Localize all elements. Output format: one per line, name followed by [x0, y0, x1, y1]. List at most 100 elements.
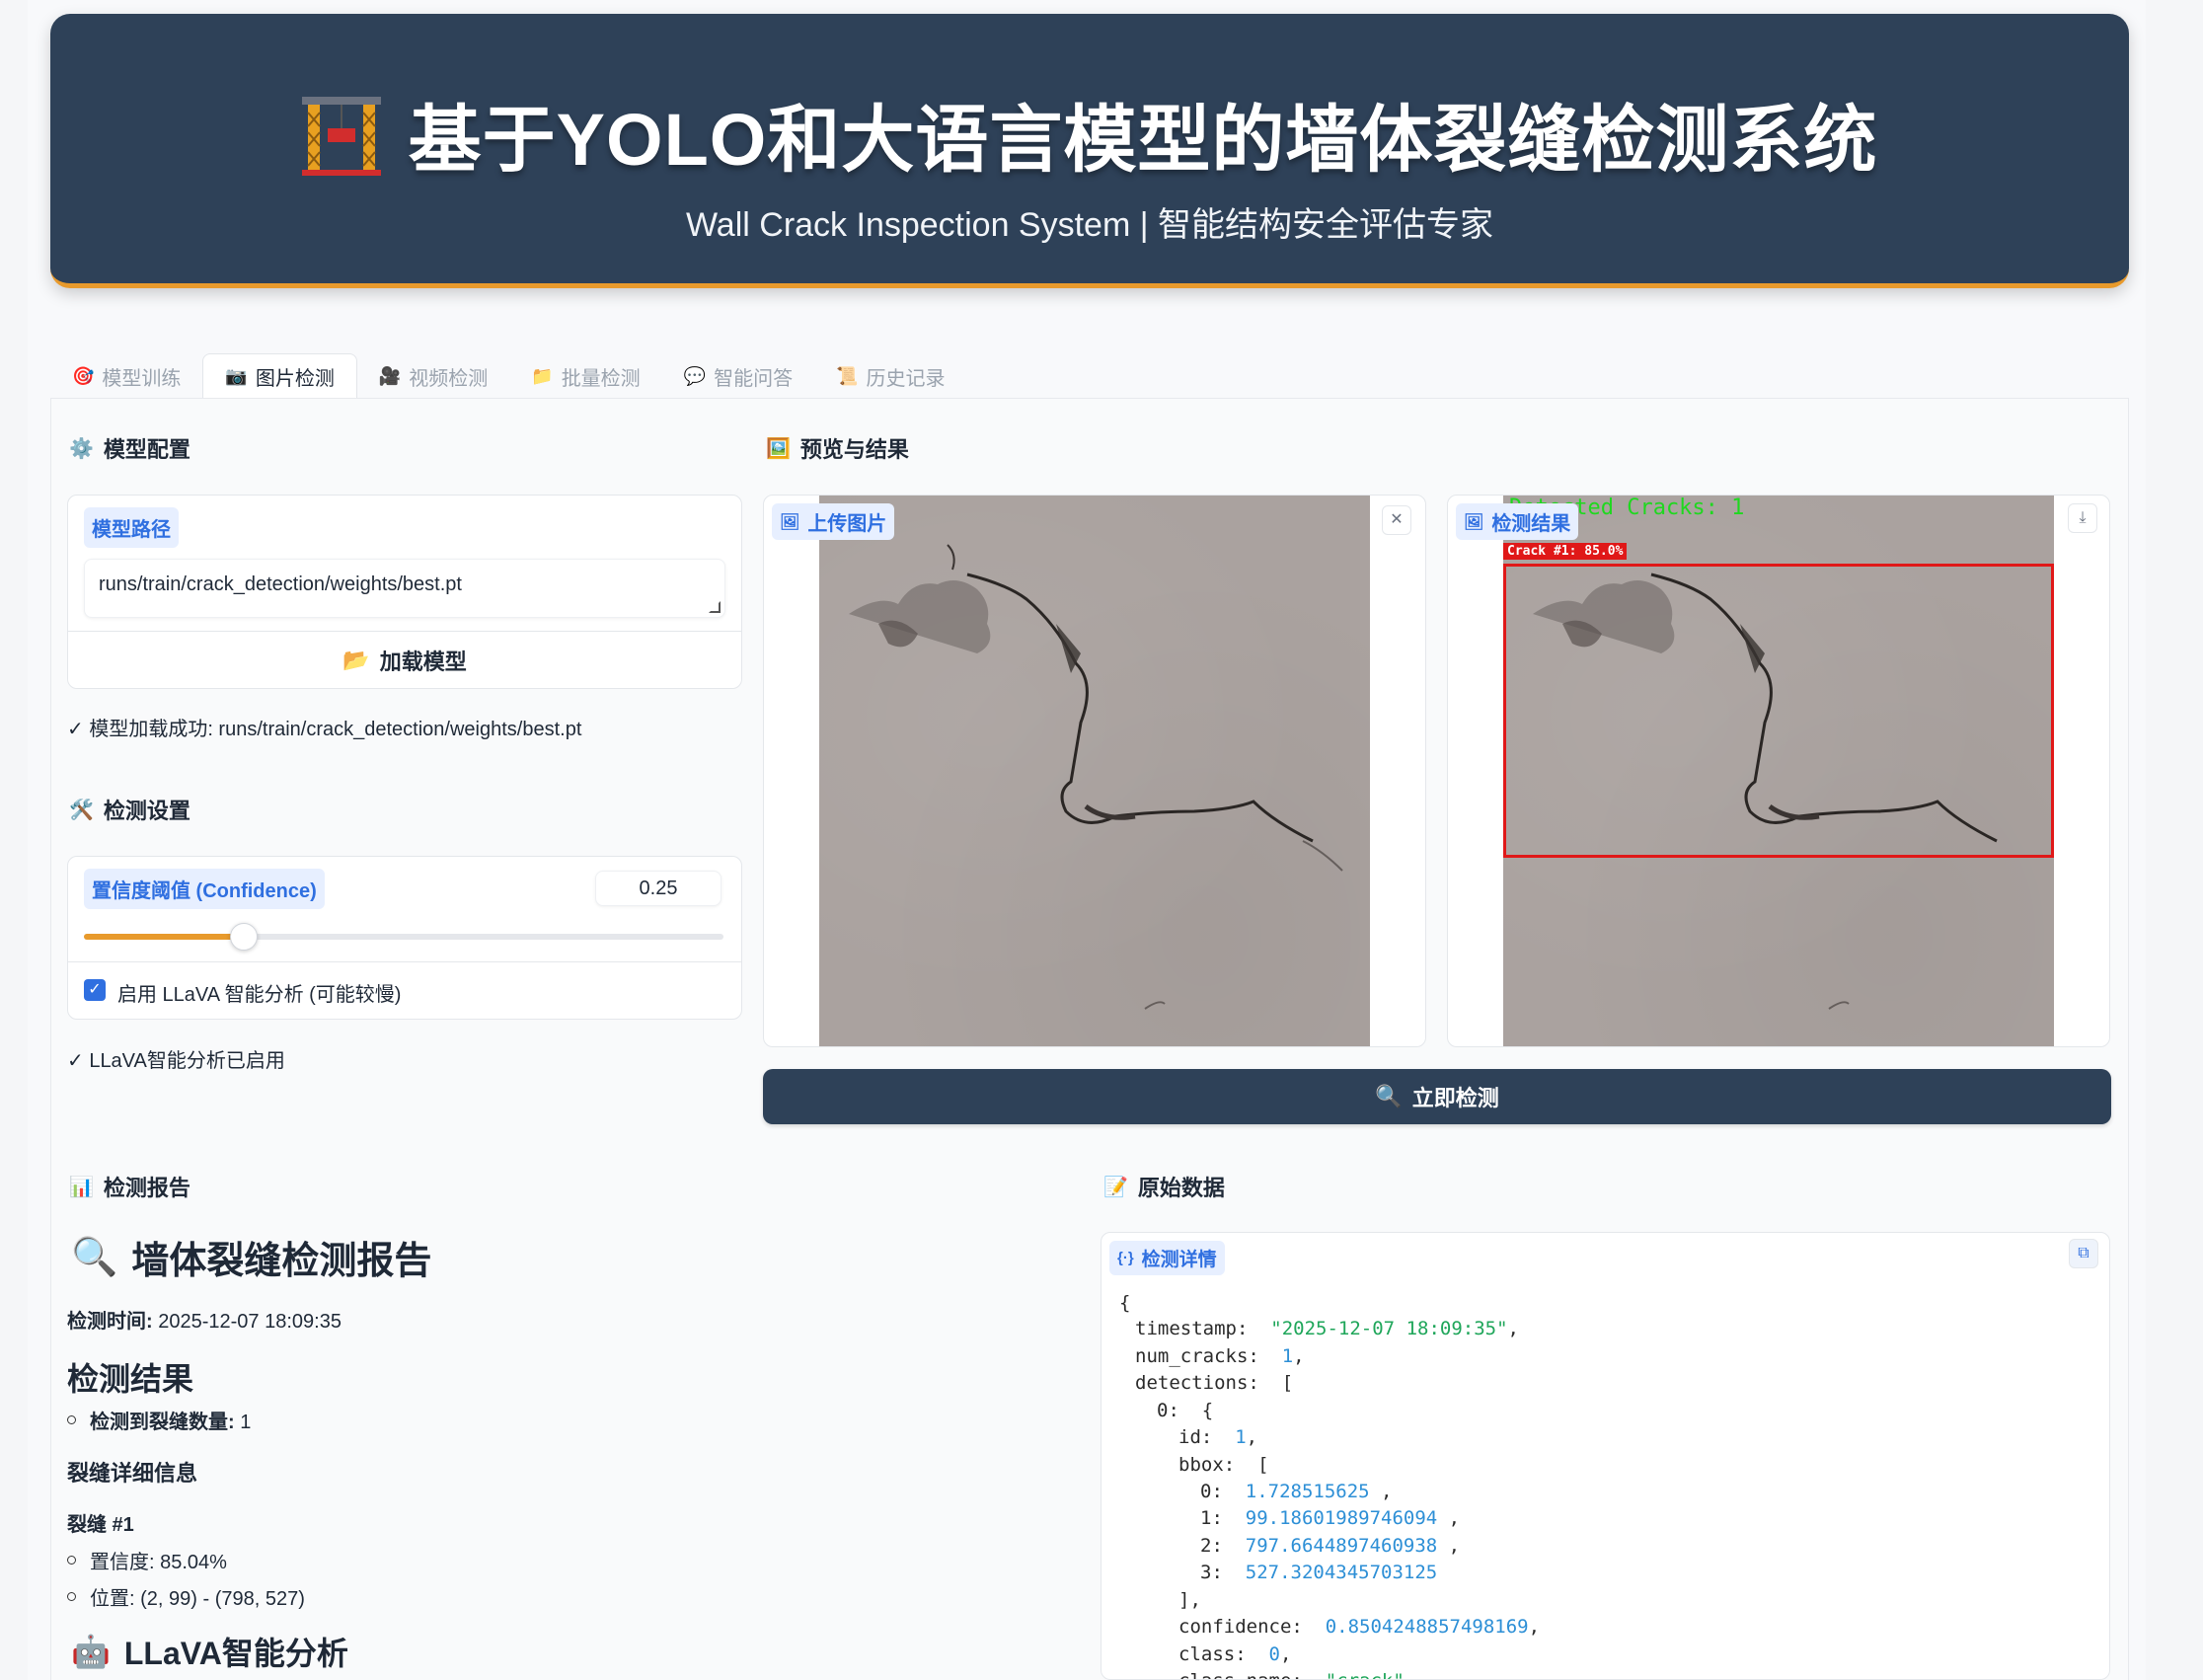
crack-image [849, 544, 1343, 1010]
model-config-heading: ⚙️ 模型配置 [69, 432, 190, 464]
result-image-label: 🖼 检测结果 [1456, 503, 1579, 540]
page-title: 基于YOLO和大语言模型的墙体裂缝检测系统 [50, 81, 2129, 187]
json-bbox-0-value: 1.728515625 [1245, 1481, 1370, 1502]
tab-history[interactable]: 📜 历史记录 [814, 353, 966, 399]
count-value: 1 [240, 1412, 252, 1433]
result-heading: 检测结果 [67, 1361, 194, 1397]
slider-fill [84, 934, 244, 940]
json-id-value: 1 [1235, 1426, 1247, 1448]
json-bbox-3-value: 527.3204345703125 [1245, 1562, 1438, 1583]
json-timestamp-value: 2025-12-07 18:09:35 [1281, 1318, 1497, 1339]
label-text: 检测详情 [1141, 1250, 1217, 1270]
picture-icon: 🖼️ [766, 437, 791, 460]
title-text: 基于YOLO和大语言模型的墙体裂缝检测系统 [408, 99, 1878, 181]
json-label: {·} 检测详情 [1109, 1241, 1225, 1275]
raw-data-heading: 📝 原始数据 [1103, 1171, 1225, 1202]
button-label: 立即检测 [1411, 1086, 1499, 1110]
confidence-text: 置信度: 85.04% [90, 1552, 227, 1573]
header-banner: 基于YOLO和大语言模型的墙体裂缝检测系统 Wall Crack Inspect… [50, 14, 2129, 288]
heading-text: 预览与结果 [799, 437, 909, 462]
confidence-slider[interactable] [84, 934, 723, 940]
crack-count-item: 检测到裂缝数量: 1 [67, 1406, 251, 1434]
json-bbox-1: 1: 99.18601989746094 , [1200, 1507, 1461, 1529]
image-icon: 🖼 [1464, 513, 1484, 531]
heading-text: 检测设置 [103, 799, 190, 823]
json-bbox-1-value: 99.18601989746094 [1245, 1507, 1438, 1529]
heading-text: 检测报告 [103, 1176, 190, 1200]
time-value: 2025-12-07 18:09:35 [158, 1311, 342, 1333]
model-load-status: ✓ 模型加载成功: runs/train/crack_detection/wei… [67, 719, 582, 740]
model-path-card: 模型路径 runs/train/crack_detection/weights/… [67, 495, 742, 689]
model-path-input[interactable]: runs/train/crack_detection/weights/best.… [84, 559, 725, 618]
count-label: 检测到裂缝数量: [90, 1412, 235, 1433]
llava-checkbox-label: 启用 LLaVA 智能分析 (可能较慢) [117, 984, 402, 1006]
model-path-value: runs/train/crack_detection/weights/best.… [99, 573, 462, 595]
json-class: class: 0, [1178, 1643, 1292, 1665]
label-text: 上传图片 [807, 513, 887, 535]
load-model-button[interactable]: 📂 加载模型 [68, 631, 741, 688]
uploaded-wall-image [819, 496, 1370, 1046]
heading-text: 模型配置 [103, 437, 190, 462]
confidence-item: 置信度: 85.04% [67, 1546, 227, 1574]
detect-settings-heading: 🛠️ 检测设置 [69, 794, 190, 825]
gear-icon: ⚙️ [69, 437, 94, 460]
upload-image-panel[interactable]: 🖼 上传图片 ✕ [763, 495, 1426, 1047]
detail-heading: 裂缝详细信息 [67, 1461, 198, 1486]
copy-icon[interactable]: ⧉ [2069, 1239, 2098, 1268]
confidence-label: 置信度阈值 (Confidence) [84, 869, 325, 909]
bar-chart-icon: 📊 [69, 1176, 94, 1198]
label-text: 检测结果 [1491, 513, 1571, 535]
robot-icon: 🤖 [71, 1634, 111, 1669]
tab-label: 图片检测 [255, 368, 335, 390]
close-icon[interactable]: ✕ [1382, 505, 1411, 535]
model-path-label: 模型路径 [84, 507, 179, 548]
video-camera-icon: 🎥 [378, 365, 402, 386]
folder-icon: 📂 [342, 647, 370, 672]
llava-checkbox[interactable]: ✓ [84, 979, 106, 1001]
tab-label: 视频检测 [409, 367, 489, 390]
result-image-panel: Detected Cracks: 1 Crack #1: 85.0% 🖼 检测结… [1447, 495, 2110, 1047]
speech-bubble-icon: 💬 [683, 365, 707, 386]
position-text: 位置: (2, 99) - (798, 527) [90, 1588, 305, 1610]
report-time: 检测时间: 2025-12-07 18:09:35 [67, 1305, 342, 1334]
tab-label: 智能问答 [714, 367, 794, 390]
llava-status: ✓ LLaVA智能分析已启用 [67, 1050, 285, 1072]
image-icon: 🖼 [780, 513, 800, 531]
crack-bounding-box [1503, 564, 2054, 858]
download-icon[interactable]: ⤓ [2068, 503, 2097, 533]
upload-image-label: 🖼 上传图片 [772, 503, 895, 540]
scroll-icon: 📜 [836, 365, 859, 386]
magnifier-icon: 🔍 [71, 1236, 118, 1278]
json-class-name-value: crack [1336, 1670, 1393, 1679]
confidence-number-input[interactable]: 0.25 [595, 871, 722, 906]
crack-title: 裂缝 #1 [67, 1514, 134, 1536]
slider-thumb[interactable] [230, 923, 258, 951]
json-confidence-value: 0.8504248857498169 [1325, 1616, 1529, 1638]
target-icon: 🎯 [72, 365, 95, 386]
detect-now-button[interactable]: 🔍 立即检测 [763, 1069, 2111, 1124]
tab-image-detection[interactable]: 📷 图片检测 [202, 353, 357, 399]
json-bbox-0: 0: 1.728515625 , [1200, 1481, 1393, 1502]
time-label: 检测时间: [67, 1311, 153, 1333]
position-item: 位置: (2, 99) - (798, 527) [67, 1582, 305, 1611]
json-class-name: class_name: "crack" [1178, 1670, 1405, 1679]
tab-model-training[interactable]: 🎯 模型训练 [50, 353, 202, 399]
json-timestamp: timestamp: "2025-12-07 18:09:35", [1135, 1318, 1519, 1339]
json-detections: detections: [ [1135, 1372, 1294, 1394]
folder-icon: 📁 [531, 365, 554, 386]
json-bbox-2: 2: 797.6644897460938 , [1200, 1535, 1461, 1557]
memo-icon: 📝 [1103, 1176, 1128, 1198]
tab-batch-detection[interactable]: 📁 批量检测 [509, 353, 661, 399]
llava-analysis-heading: 🤖 LLaVA智能分析 [71, 1629, 348, 1674]
heading-text: 原始数据 [1137, 1176, 1225, 1200]
report-heading: 📊 检测报告 [69, 1171, 190, 1202]
button-label: 加载模型 [379, 649, 467, 674]
camera-icon: 📷 [225, 366, 248, 386]
json-bbox-close: ], [1178, 1589, 1201, 1611]
tab-smart-qa[interactable]: 💬 智能问答 [662, 353, 814, 399]
tab-video-detection[interactable]: 🎥 视频检测 [357, 353, 509, 399]
resize-handle-icon[interactable] [709, 601, 721, 613]
raw-json-viewer: {·} 检测详情 ⧉ { timestamp: "2025-12-07 18:0… [1101, 1232, 2110, 1680]
json-class-value: 0 [1268, 1643, 1280, 1665]
json-open-brace: { [1119, 1292, 1131, 1314]
